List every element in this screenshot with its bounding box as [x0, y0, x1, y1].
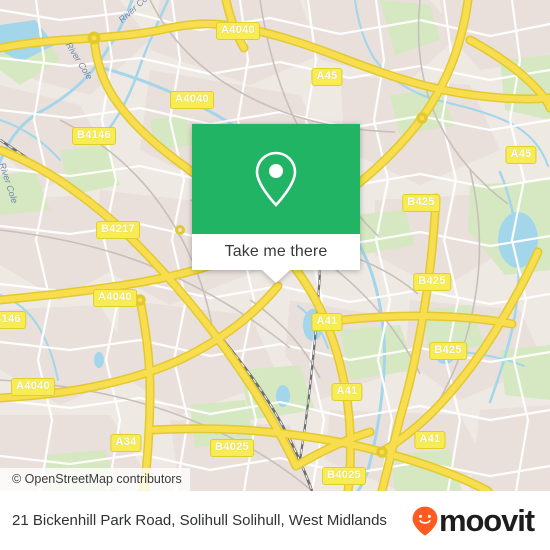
- take-me-there-button[interactable]: Take me there: [192, 234, 360, 270]
- road-shield: A45: [311, 68, 343, 86]
- map-pin-icon: [255, 151, 297, 207]
- road-shield: A45: [505, 146, 537, 164]
- road-shield: A41: [311, 313, 343, 331]
- road-shield: A4040: [216, 22, 260, 40]
- footer-bar: 21 Bickenhill Park Road, Solihull Solihu…: [0, 491, 550, 550]
- road-shield: B4025: [210, 439, 254, 457]
- road-shield: 4146: [0, 311, 26, 329]
- road-shield: B425: [413, 273, 451, 291]
- destination-callout[interactable]: Take me there: [192, 124, 360, 283]
- moovit-logo[interactable]: moovit: [412, 502, 550, 538]
- moovit-pin-icon: [412, 506, 438, 536]
- road-shield: B4025: [322, 467, 366, 485]
- callout-icon-area: [192, 124, 360, 234]
- road-shield: A34: [110, 434, 142, 452]
- road-shield: B425: [402, 194, 440, 212]
- screenshot-root: A4040 A45 A4040 A45 B4146 B425 B4217 B425 A4040 4…: [0, 0, 550, 550]
- moovit-wordmark: moovit: [438, 502, 535, 538]
- road-shield: A4040: [11, 378, 55, 396]
- road-shield: B4146: [72, 127, 116, 145]
- take-me-there-label: Take me there: [224, 243, 328, 260]
- callout-pointer: [262, 270, 290, 283]
- address-label: 21 Bickenhill Park Road, Solihull Solihu…: [12, 512, 387, 529]
- road-shield: A41: [331, 383, 363, 401]
- road-shield: A4040: [93, 289, 137, 307]
- map-attribution[interactable]: © OpenStreetMap contributors: [0, 468, 190, 491]
- road-shield: A41: [414, 431, 446, 449]
- road-shield: B4217: [96, 221, 140, 239]
- road-shield: B425: [429, 342, 467, 360]
- road-shield: A4040: [170, 91, 214, 109]
